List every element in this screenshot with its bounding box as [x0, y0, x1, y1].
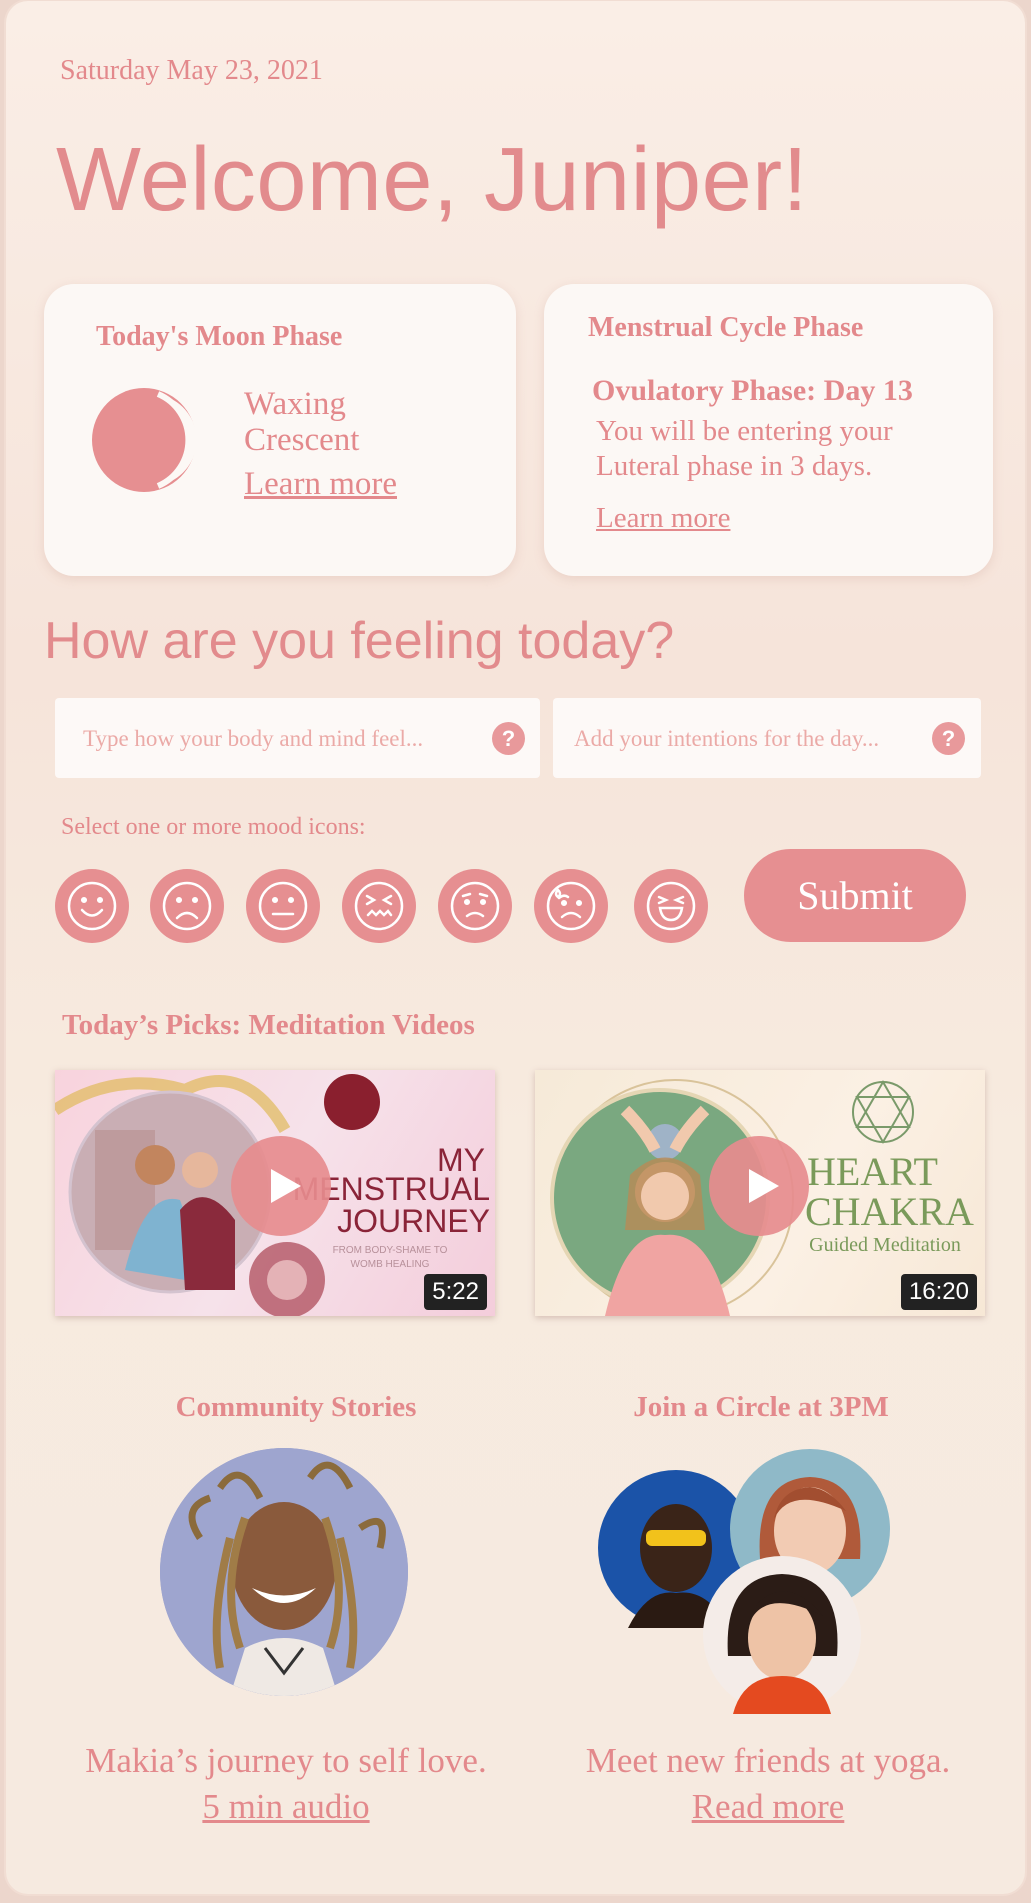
- member-portrait-icon: [703, 1556, 861, 1714]
- cycle-phase-description: You will be entering your Luteral phase …: [596, 415, 893, 482]
- mood-sad-icon[interactable]: [150, 869, 224, 943]
- cycle-phase-label: Ovulatory Phase: Day 13: [592, 374, 913, 407]
- mood-neutral-icon[interactable]: [246, 869, 320, 943]
- mood-anxious-icon[interactable]: [534, 869, 608, 943]
- app-frame: Saturday May 23, 2021 Welcome, Juniper! …: [6, 1, 1025, 1894]
- mood-joyful-icon[interactable]: [634, 869, 708, 943]
- video1-title-line1: MY: [437, 1142, 485, 1178]
- video1-play-button-icon[interactable]: [231, 1136, 331, 1236]
- circle-read-more-link[interactable]: Read more: [548, 1784, 988, 1830]
- mood-overwhelmed-icon[interactable]: [342, 869, 416, 943]
- circle-title: Join a Circle at 3PM: [633, 1391, 889, 1423]
- mood-uneasy-icon[interactable]: [438, 869, 512, 943]
- mood-happy-icon[interactable]: [55, 869, 129, 943]
- circle-caption-block: Meet new friends at yoga. Read more: [548, 1738, 988, 1830]
- moon-phase-info: Waxing Crescent Learn more: [244, 386, 397, 502]
- video1-subtitle: FROM BODY-SHAME TO WOMB HEALING: [310, 1244, 470, 1272]
- video1-title: MY: [365, 1144, 485, 1176]
- moon-icon: [90, 386, 198, 499]
- community-caption-block: Makia’s journey to self love. 5 min audi…: [66, 1738, 506, 1830]
- intentions-field-container: ?: [553, 698, 981, 778]
- intentions-help-icon[interactable]: ?: [932, 722, 965, 755]
- video1-subtitle-line1: FROM BODY-SHAME TO: [332, 1245, 448, 1256]
- cycle-learn-more-link[interactable]: Learn more: [596, 502, 730, 535]
- moon-phase-name-line1: Waxing: [244, 386, 346, 422]
- video-thumbnail-menstrual-journey[interactable]: MY MENSTRUAL JOURNEY FROM BODY-SHAME TO …: [55, 1070, 495, 1316]
- video2-title-line2: CHAKRA: [805, 1189, 974, 1232]
- body-mind-input[interactable]: [81, 718, 465, 760]
- video1-subtitle-line2: WOMB HEALING: [350, 1259, 430, 1270]
- moon-phase-name-line2: Crescent: [244, 422, 360, 458]
- moon-phase-card: Today's Moon Phase Waxing Crescent Learn…: [44, 284, 516, 576]
- community-audio-link[interactable]: 5 min audio: [66, 1784, 506, 1830]
- video2-title-line1: HEART: [807, 1152, 938, 1194]
- video2-title: HEART CHAKRA: [805, 1152, 985, 1232]
- picks-title: Today’s Picks: Meditation Videos: [62, 1009, 475, 1041]
- intentions-input[interactable]: [572, 718, 916, 760]
- moon-card-title: Today's Moon Phase: [96, 321, 343, 352]
- submit-button[interactable]: Submit: [744, 849, 966, 942]
- community-stories-title: Community Stories: [175, 1391, 417, 1423]
- video2-play-button-icon[interactable]: [709, 1136, 809, 1236]
- community-story-avatar[interactable]: [160, 1448, 408, 1696]
- cycle-card-title: Menstrual Cycle Phase: [588, 312, 864, 343]
- circle-member-avatar-3[interactable]: [703, 1556, 861, 1714]
- video2-duration: 16:20: [900, 1274, 977, 1310]
- makia-portrait-icon: [160, 1448, 408, 1696]
- moon-learn-more-link[interactable]: Learn more: [244, 466, 397, 502]
- cycle-phase-card: Menstrual Cycle Phase Ovulatory Phase: D…: [544, 284, 993, 576]
- feeling-heading: How are you feeling today?: [44, 612, 675, 670]
- video-thumbnail-heart-chakra[interactable]: HEART CHAKRA Guided Meditation 16:20: [535, 1070, 985, 1316]
- body-mind-help-icon[interactable]: ?: [492, 722, 525, 755]
- video2-subtitle: Guided Meditation: [809, 1234, 961, 1256]
- welcome-heading: Welcome, Juniper!: [56, 130, 809, 230]
- video1-duration: 5:22: [424, 1274, 487, 1310]
- body-mind-field-container: ?: [55, 698, 540, 778]
- mood-select-label: Select one or more mood icons:: [61, 814, 366, 840]
- community-caption: Makia’s journey to self love.: [85, 1741, 487, 1780]
- current-date: Saturday May 23, 2021: [60, 55, 323, 86]
- circle-caption: Meet new friends at yoga.: [585, 1741, 951, 1780]
